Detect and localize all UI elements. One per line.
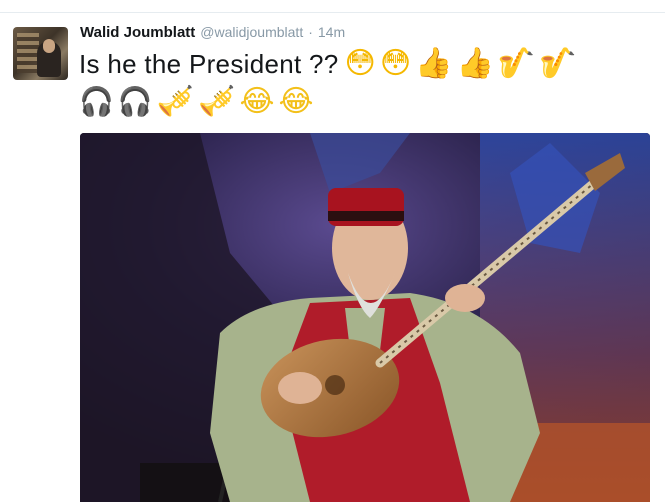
separator-dot: · <box>308 24 313 40</box>
saxophone-icon: 🎷 <box>539 46 577 81</box>
thumbs-up-icon: 👍 <box>456 46 494 81</box>
tweet-text: Is he the President ?? <box>79 48 339 79</box>
flushed-face-icon: 😳 <box>344 46 376 81</box>
right-hand <box>445 284 485 312</box>
tweet-header: Walid Joumblatt @walidjoumblatt · 14m <box>80 24 345 46</box>
trumpet-icon: 🎺 <box>156 84 195 119</box>
photo-illustration <box>80 133 650 502</box>
trumpet-icon: 🎺 <box>198 84 236 119</box>
tweet-text-line2: 🎧 🎧 🎺 🎺 😂 😂 <box>79 82 318 122</box>
tweet-photo[interactable] <box>80 133 650 502</box>
thumbs-up-icon: 👍 <box>415 46 453 81</box>
timestamp[interactable]: 14m <box>318 24 345 40</box>
tears-of-joy-icon: 😂 <box>278 84 314 119</box>
tweet-text-line1: Is he the President ?? 😳 😳 👍 👍 🎷 🎷 <box>79 44 581 84</box>
author-handle[interactable]: @walidjoumblatt <box>200 24 303 40</box>
flushed-face-icon: 😳 <box>379 46 412 81</box>
author-name[interactable]: Walid Joumblatt <box>80 24 195 41</box>
headphones-icon: 🎧 <box>117 85 153 118</box>
left-hand <box>278 372 322 404</box>
avatar-bookshelf <box>17 33 39 73</box>
top-divider <box>0 0 665 13</box>
tears-of-joy-icon: 😂 <box>239 84 275 119</box>
sound-hole <box>325 375 345 395</box>
avatar-face <box>43 39 55 53</box>
headphones-icon: 🎧 <box>79 85 114 118</box>
hat-band <box>328 211 404 221</box>
saxophone-icon: 🎷 <box>497 46 536 81</box>
avatar[interactable] <box>13 27 68 80</box>
